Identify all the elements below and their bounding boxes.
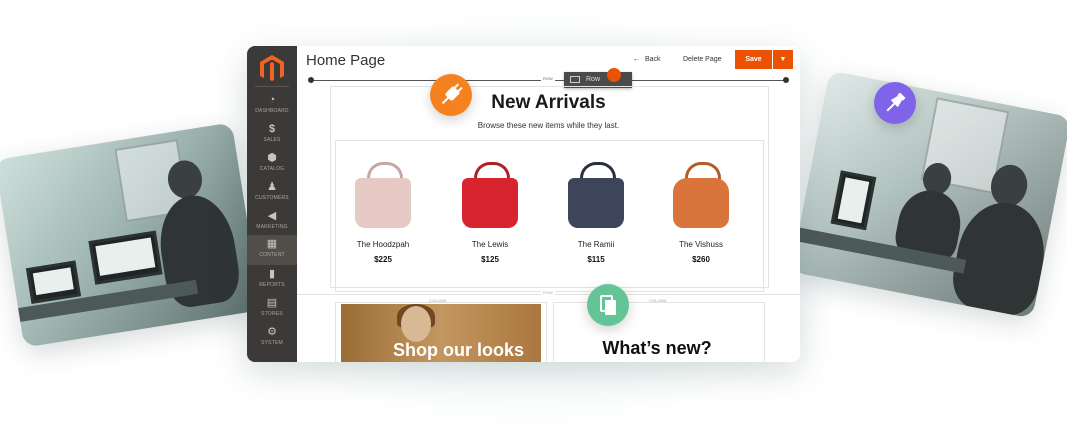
sidebar-item-marketing[interactable]: ◀ MARKETING xyxy=(247,210,297,238)
photo-monitor xyxy=(88,230,163,285)
photo-laptop xyxy=(830,170,877,231)
magento-logo-icon xyxy=(260,55,284,81)
sidebar-item-customers[interactable]: ♟ CUSTOMERS xyxy=(247,181,297,209)
banner-model-face xyxy=(401,306,431,342)
pushpin-icon xyxy=(886,92,906,112)
page-header: Home Page ← Back Delete Page Save ▼ xyxy=(297,46,800,76)
product-name: The Ramii xyxy=(577,240,615,249)
product-image xyxy=(462,178,518,228)
dashboard-icon: ◔ xyxy=(268,94,276,106)
sidebar-divider xyxy=(255,86,289,87)
section-subheading: Browse these new items while they last. xyxy=(477,121,620,130)
row-icon xyxy=(570,75,580,83)
product-card[interactable]: The Hoodzpah $225 xyxy=(333,140,433,285)
photo-person xyxy=(947,195,1053,319)
product-name: The Hoodzpah xyxy=(356,240,410,249)
plug-icon xyxy=(441,83,463,105)
row-tag: ROW xyxy=(541,290,555,295)
product-grid: The Hoodzpah $225 The Lewis $125 The Ram… xyxy=(333,140,763,285)
section-heading: New Arrivals xyxy=(491,92,606,113)
page-builder-window: ◔ DASHBOARD $ SALES ⬢ CATALOG ♟ CUSTOMER… xyxy=(247,46,800,362)
document-icon xyxy=(600,295,616,315)
promo-banner[interactable]: Shop our looks xyxy=(341,304,541,362)
gear-icon: ⚙ xyxy=(267,326,277,338)
product-name: The Lewis xyxy=(471,240,509,249)
save-options-dropdown[interactable]: ▼ xyxy=(773,50,793,69)
chevron-down-icon: ▼ xyxy=(779,56,787,63)
row-tag: ROW xyxy=(541,76,555,81)
drag-handle[interactable] xyxy=(607,68,621,82)
delete-page-button[interactable]: Delete Page xyxy=(683,56,722,63)
layout-icon: ▦ xyxy=(266,238,278,250)
sidebar-item-catalog[interactable]: ⬢ CATALOG xyxy=(247,152,297,180)
save-button[interactable]: Save xyxy=(735,50,772,69)
product-card[interactable]: The Vishuss $260 xyxy=(651,140,751,285)
sidebar-item-sales[interactable]: $ SALES xyxy=(247,123,297,151)
page-title: Home Page xyxy=(306,52,386,69)
product-image xyxy=(673,178,729,228)
office-photo-left xyxy=(0,122,262,348)
photo-monitor xyxy=(25,260,81,304)
sidebar-item-dashboard[interactable]: ◔ DASHBOARD xyxy=(247,94,297,122)
back-button[interactable]: ← Back xyxy=(633,56,661,63)
whats-new-heading: What’s new? xyxy=(602,338,712,358)
product-card[interactable]: The Ramii $115 xyxy=(546,140,646,285)
product-image xyxy=(355,178,411,228)
product-price: $115 xyxy=(587,255,605,264)
page-builder-stage: ROW Row New Arrivals Browse these new it… xyxy=(297,68,800,362)
cube-icon: ⬢ xyxy=(267,152,277,164)
store-icon: ▤ xyxy=(266,297,278,309)
megaphone-icon: ◀ xyxy=(267,210,277,222)
product-image xyxy=(568,178,624,228)
plug-badge xyxy=(430,74,472,116)
admin-sidebar: ◔ DASHBOARD $ SALES ⬢ CATALOG ♟ CUSTOMER… xyxy=(247,46,297,362)
sidebar-item-reports[interactable]: ▮ REPORTS xyxy=(247,268,297,296)
pushpin-badge xyxy=(874,82,916,124)
row-guide-handle[interactable] xyxy=(308,77,314,83)
sidebar-item-stores[interactable]: ▤ STORES xyxy=(247,297,297,325)
sidebar-item-system[interactable]: ⚙ SYSTEM xyxy=(247,326,297,354)
banner-title: Shop our looks xyxy=(393,340,525,360)
product-price: $260 xyxy=(692,255,710,264)
product-price: $225 xyxy=(374,255,392,264)
bar-chart-icon: ▮ xyxy=(268,268,276,280)
arrow-left-icon: ← xyxy=(633,56,640,63)
row-guide-handle[interactable] xyxy=(783,77,789,83)
product-price: $125 xyxy=(481,255,499,264)
person-icon: ♟ xyxy=(267,181,277,193)
product-name: The Vishuss xyxy=(679,240,723,249)
document-badge xyxy=(587,284,629,326)
sidebar-item-content[interactable]: ▦ CONTENT xyxy=(247,235,297,265)
dollar-icon: $ xyxy=(268,123,276,135)
product-card[interactable]: The Lewis $125 xyxy=(440,140,540,285)
